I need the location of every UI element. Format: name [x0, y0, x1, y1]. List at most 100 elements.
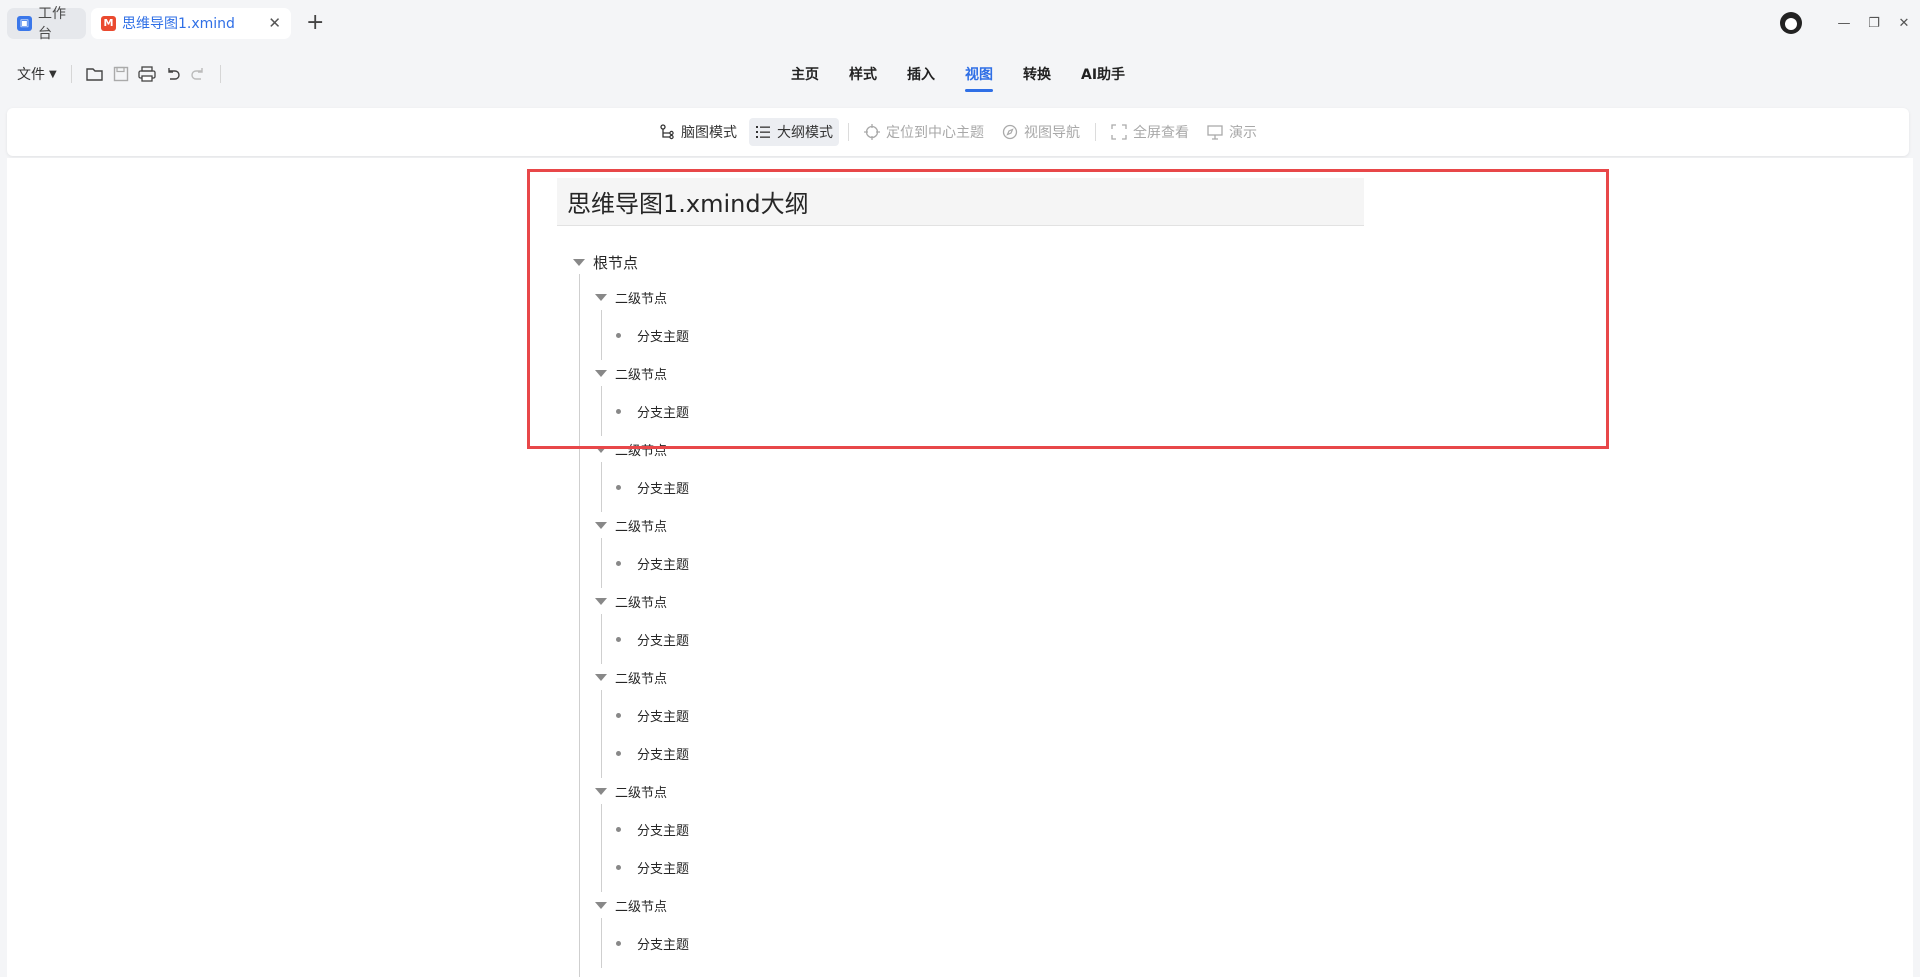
window-controls: — ❐ ✕ — [1780, 0, 1920, 46]
second-level-node-label: 二级节点 — [615, 596, 668, 611]
branch-topic-node[interactable]: 分支主题 — [616, 744, 689, 763]
bullet-icon — [616, 333, 621, 338]
branch-topic-label: 分支主题 — [637, 748, 690, 763]
root-node-label: 根节点 — [593, 254, 639, 272]
collapse-triangle-icon[interactable] — [595, 598, 607, 605]
second-level-node-label: 二级节点 — [615, 444, 668, 459]
collapse-triangle-icon[interactable] — [595, 294, 607, 301]
chevron-down-icon: ▼ — [49, 68, 57, 80]
second-level-node-label: 二级节点 — [615, 672, 668, 687]
file-menu-button[interactable]: 文件 ▼ — [17, 64, 57, 84]
close-tab-icon[interactable]: ✕ — [268, 14, 281, 32]
tab-ai-assistant[interactable]: AI助手 — [1081, 50, 1125, 98]
branch-topic-label: 分支主题 — [637, 938, 690, 953]
close-window-icon[interactable]: ✕ — [1890, 16, 1918, 31]
branch-topic-label: 分支主题 — [637, 634, 690, 649]
fullscreen-label: 全屏查看 — [1133, 125, 1189, 141]
second-level-node[interactable]: 二级节点 — [595, 516, 667, 535]
branch-topic-node[interactable]: 分支主题 — [616, 858, 689, 877]
present-label: 演示 — [1229, 125, 1257, 141]
second-level-node[interactable]: 二级节点 — [595, 668, 667, 687]
branch-topic-node[interactable]: 分支主题 — [616, 326, 689, 345]
branch-topic-node[interactable]: 分支主题 — [616, 820, 689, 839]
branch-topic-node[interactable]: 分支主题 — [616, 706, 689, 725]
tab-view[interactable]: 视图 — [965, 50, 993, 98]
title-bar: ▣ 工作台 M 思维导图1.xmind ✕ + — ❐ ✕ — [0, 0, 1920, 46]
branch-topic-node[interactable]: 分支主题 — [616, 630, 689, 649]
second-level-node[interactable]: 二级节点 — [595, 440, 667, 459]
outline-mode-label: 大纲模式 — [777, 125, 833, 141]
view-ribbon: 脑图模式 大纲模式 定位到中心主题 视图导航 全屏查看 演示 — [7, 108, 1909, 156]
branch-guide-line — [601, 690, 602, 778]
fullscreen-button[interactable]: 全屏查看 — [1105, 118, 1195, 146]
redo-icon[interactable] — [190, 66, 206, 82]
view-nav-button[interactable]: 视图导航 — [996, 118, 1086, 146]
main-tabs: 主页 样式 插入 视图 转换 AI助手 — [791, 50, 1155, 98]
add-tab-icon[interactable]: + — [306, 12, 324, 34]
branch-guide-line — [601, 804, 602, 892]
print-icon[interactable] — [138, 66, 156, 82]
root-node[interactable]: 根节点 — [573, 252, 638, 273]
second-level-node-label: 二级节点 — [615, 368, 668, 383]
branch-topic-node[interactable]: 分支主题 — [616, 934, 689, 953]
branch-topic-node[interactable]: 分支主题 — [616, 554, 689, 573]
file-menu-label: 文件 — [17, 67, 45, 83]
bullet-icon — [616, 941, 621, 946]
collapse-triangle-icon[interactable] — [595, 446, 607, 453]
fullscreen-icon — [1111, 124, 1127, 140]
bullet-icon — [616, 751, 621, 756]
present-button[interactable]: 演示 — [1201, 118, 1263, 146]
tab-convert[interactable]: 转换 — [1023, 50, 1051, 98]
bullet-icon — [616, 865, 621, 870]
view-nav-label: 视图导航 — [1024, 125, 1080, 141]
bullet-icon — [616, 409, 621, 414]
collapse-triangle-icon[interactable] — [595, 674, 607, 681]
mindmap-icon — [660, 124, 674, 140]
bullet-icon — [616, 485, 621, 490]
collapse-triangle-icon[interactable] — [595, 902, 607, 909]
avatar[interactable] — [1780, 12, 1802, 34]
second-level-node[interactable]: 二级节点 — [595, 896, 667, 915]
compass-icon — [1002, 124, 1018, 140]
divider — [70, 65, 72, 83]
undo-icon[interactable] — [165, 66, 181, 82]
collapse-triangle-icon[interactable] — [595, 788, 607, 795]
locate-center-button[interactable]: 定位到中心主题 — [858, 118, 990, 146]
second-level-node[interactable]: 二级节点 — [595, 782, 667, 801]
branch-topic-node[interactable]: 分支主题 — [616, 478, 689, 497]
save-icon[interactable] — [113, 66, 129, 82]
tab-insert[interactable]: 插入 — [907, 50, 935, 98]
outline-title[interactable]: 思维导图1.xmind大纲 — [557, 178, 1364, 226]
bullet-icon — [616, 827, 621, 832]
bullet-icon — [616, 713, 621, 718]
open-folder-icon[interactable] — [86, 66, 104, 82]
branch-topic-label: 分支主题 — [637, 330, 690, 345]
tab-home[interactable]: 主页 — [791, 50, 819, 98]
workspace-icon: ▣ — [17, 15, 32, 31]
tab-document[interactable]: M 思维导图1.xmind ✕ — [91, 7, 291, 39]
restore-icon[interactable]: ❐ — [1860, 16, 1888, 31]
second-level-node[interactable]: 二级节点 — [595, 364, 667, 383]
second-level-node[interactable]: 二级节点 — [595, 592, 667, 611]
outline-mode-button[interactable]: 大纲模式 — [749, 118, 839, 146]
mindmap-mode-button[interactable]: 脑图模式 — [653, 118, 743, 146]
tab-workspace[interactable]: ▣ 工作台 — [7, 6, 86, 42]
quick-toolbar — [86, 66, 206, 82]
tab-workspace-label: 工作台 — [38, 6, 66, 42]
branch-topic-label: 分支主题 — [637, 710, 690, 725]
divider — [219, 65, 221, 83]
minimize-icon[interactable]: — — [1830, 16, 1858, 31]
second-level-node-label: 二级节点 — [615, 900, 668, 915]
branch-guide-line — [601, 918, 602, 968]
branch-topic-node[interactable]: 分支主题 — [616, 402, 689, 421]
tab-document-label: 思维导图1.xmind — [122, 16, 235, 32]
mindmap-mode-label: 脑图模式 — [681, 125, 737, 141]
branch-topic-label: 分支主题 — [637, 406, 690, 421]
collapse-triangle-icon[interactable] — [595, 522, 607, 529]
collapse-triangle-icon[interactable] — [573, 259, 585, 266]
tab-style[interactable]: 样式 — [849, 50, 877, 98]
locate-center-label: 定位到中心主题 — [886, 125, 984, 141]
second-level-node[interactable]: 二级节点 — [595, 288, 667, 307]
divider — [1095, 123, 1096, 141]
collapse-triangle-icon[interactable] — [595, 370, 607, 377]
